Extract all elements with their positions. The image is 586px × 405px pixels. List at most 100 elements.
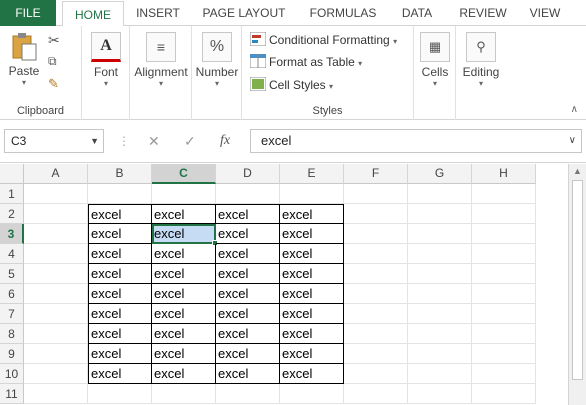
cell-b2[interactable]: excel <box>88 204 152 224</box>
enter-icon[interactable]: ✓ <box>184 129 196 153</box>
row-header-8[interactable]: 8 <box>0 324 24 344</box>
cell-e8[interactable]: excel <box>280 324 344 344</box>
tab-insert[interactable]: INSERT <box>130 0 186 26</box>
column-header-e[interactable]: E <box>280 164 344 184</box>
row-header-2[interactable]: 2 <box>0 204 24 224</box>
cell-b10[interactable]: excel <box>88 364 152 384</box>
cell-styles-button[interactable]: Cell Styles ▾ <box>249 75 333 95</box>
cut-icon[interactable]: ✂ <box>48 32 64 48</box>
tab-file[interactable]: FILE <box>0 0 56 26</box>
cells-icon: ▦ <box>420 32 450 62</box>
tab-page-layout[interactable]: PAGE LAYOUT <box>196 0 292 26</box>
scroll-up-icon[interactable]: ▲ <box>573 166 582 176</box>
expand-formula-icon[interactable]: ∨ <box>569 130 576 152</box>
row-header-10[interactable]: 10 <box>0 364 24 384</box>
percent-icon: % <box>202 32 232 62</box>
cell-c8[interactable]: excel <box>152 324 216 344</box>
font-button[interactable]: A Font ▾ <box>86 32 126 89</box>
tab-review[interactable]: REVIEW <box>454 0 512 26</box>
collapse-ribbon-icon[interactable]: ∧ <box>571 104 578 115</box>
cell-e10[interactable]: excel <box>280 364 344 384</box>
chevron-down-icon: ▾ <box>478 79 483 88</box>
formula-input[interactable]: excel ∨ <box>250 129 582 153</box>
cell-e6[interactable]: excel <box>280 284 344 304</box>
cell-e2[interactable]: excel <box>280 204 344 224</box>
column-header-b[interactable]: B <box>88 164 152 184</box>
select-all-corner[interactable] <box>0 164 24 184</box>
cell-d3[interactable]: excel <box>216 224 280 244</box>
insert-function-icon[interactable]: fx <box>220 129 230 153</box>
scrollbar-thumb[interactable] <box>572 180 583 380</box>
conditional-formatting-button[interactable]: Conditional Formatting ▾ <box>249 30 397 50</box>
styles-group-label: Styles <box>312 105 343 117</box>
cancel-icon[interactable]: ✕ <box>148 129 160 153</box>
tab-data[interactable]: DATA <box>394 0 440 26</box>
tab-home[interactable]: HOME <box>62 1 124 27</box>
column-header-a[interactable]: A <box>24 164 88 184</box>
cell-d7[interactable]: excel <box>216 304 280 324</box>
column-header-c[interactable]: C <box>152 164 216 184</box>
cell-e3[interactable]: excel <box>280 224 344 244</box>
cell-b6[interactable]: excel <box>88 284 152 304</box>
cell-d8[interactable]: excel <box>216 324 280 344</box>
cell-b5[interactable]: excel <box>88 264 152 284</box>
column-header-f[interactable]: F <box>344 164 408 184</box>
cell-c6[interactable]: excel <box>152 284 216 304</box>
cell-e7[interactable]: excel <box>280 304 344 324</box>
copy-icon[interactable]: ⧉ <box>48 54 64 70</box>
row-header-9[interactable]: 9 <box>0 344 24 364</box>
row-header-6[interactable]: 6 <box>0 284 24 304</box>
cell-c5[interactable]: excel <box>152 264 216 284</box>
tab-view[interactable]: VIEW <box>524 0 566 26</box>
row-header-11[interactable]: 11 <box>0 384 24 404</box>
chevron-down-icon[interactable]: ▼ <box>90 130 99 152</box>
column-header-g[interactable]: G <box>408 164 472 184</box>
cell-d4[interactable]: excel <box>216 244 280 264</box>
cell-d5[interactable]: excel <box>216 264 280 284</box>
format-as-table-button[interactable]: Format as Table ▾ <box>249 52 362 72</box>
cell-c2[interactable]: excel <box>152 204 216 224</box>
number-group: % Number ▾ <box>192 26 242 120</box>
spreadsheet-grid[interactable]: A B C D E F G H 1 2 3 4 5 6 7 8 9 10 11 excel excel excel exce… <box>0 164 568 405</box>
font-group: A Font ▾ <box>82 26 130 120</box>
cell-c4[interactable]: excel <box>152 244 216 264</box>
cell-d9[interactable]: excel <box>216 344 280 364</box>
cell-e4[interactable]: excel <box>280 244 344 264</box>
vertical-scrollbar[interactable]: ▲ <box>568 164 586 405</box>
row-header-4[interactable]: 4 <box>0 244 24 264</box>
cell-d2[interactable]: excel <box>216 204 280 224</box>
tab-formulas[interactable]: FORMULAS <box>304 0 382 26</box>
row-header-1[interactable]: 1 <box>0 184 24 204</box>
name-box[interactable]: C3 ▼ <box>4 129 104 153</box>
column-header-d[interactable]: D <box>216 164 280 184</box>
cell-e5[interactable]: excel <box>280 264 344 284</box>
cell-b3[interactable]: excel <box>88 224 152 244</box>
alignment-button[interactable]: ≡ Alignment ▾ <box>130 32 192 89</box>
chevron-down-icon: ▾ <box>432 79 437 88</box>
cell-b7[interactable]: excel <box>88 304 152 324</box>
binoculars-icon: ⚲ <box>466 32 496 62</box>
number-button[interactable]: % Number ▾ <box>194 32 240 89</box>
splitter-icon[interactable]: ⋮ <box>118 129 130 153</box>
format-painter-icon[interactable]: ✎ <box>48 76 64 92</box>
cell-c10[interactable]: excel <box>152 364 216 384</box>
font-label: Font <box>93 65 118 79</box>
cell-c7[interactable]: excel <box>152 304 216 324</box>
conditional-formatting-icon <box>249 31 267 47</box>
number-label: Number <box>195 65 239 79</box>
paste-button[interactable]: Paste ▾ <box>4 32 44 88</box>
cell-e9[interactable]: excel <box>280 344 344 364</box>
cell-c9[interactable]: excel <box>152 344 216 364</box>
column-header-h[interactable]: H <box>472 164 536 184</box>
cell-b4[interactable]: excel <box>88 244 152 264</box>
cell-d10[interactable]: excel <box>216 364 280 384</box>
cell-d6[interactable]: excel <box>216 284 280 304</box>
row-header-7[interactable]: 7 <box>0 304 24 324</box>
row-header-5[interactable]: 5 <box>0 264 24 284</box>
cells-button[interactable]: ▦ Cells ▾ <box>416 32 454 89</box>
cell-c3[interactable]: excel <box>152 224 216 244</box>
editing-button[interactable]: ⚲ Editing ▾ <box>458 32 504 89</box>
cell-b8[interactable]: excel <box>88 324 152 344</box>
row-header-3[interactable]: 3 <box>0 224 24 244</box>
cell-b9[interactable]: excel <box>88 344 152 364</box>
